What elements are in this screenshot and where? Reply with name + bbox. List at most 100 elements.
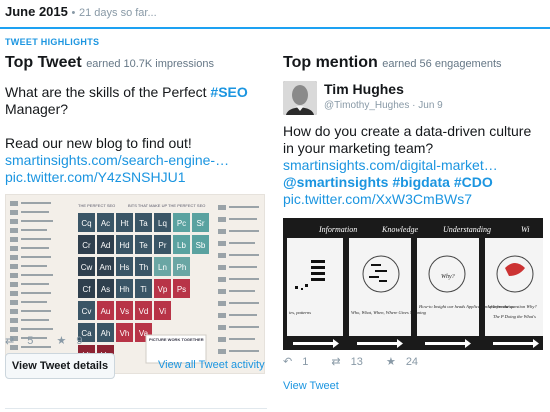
element-symbol: Ti bbox=[140, 285, 147, 294]
dikw-graphic: Information Knowledge Understanding Wi W… bbox=[283, 218, 543, 350]
star-icon: ★ bbox=[56, 335, 67, 347]
dikw-caption: The P Doing the What's bbox=[493, 314, 536, 319]
mention-author[interactable]: Tim Hughes @Timothy_Hughes · Jun 9 bbox=[283, 81, 545, 117]
section-label: TWEET HIGHLIGHTS bbox=[5, 37, 100, 47]
element-symbol: Vp bbox=[158, 285, 168, 294]
tweet-text-part: What are the skills of the Perfect bbox=[5, 84, 211, 100]
dikw-header: Understanding bbox=[443, 225, 491, 234]
like-stat[interactable]: ★ 24 bbox=[386, 356, 428, 368]
star-icon: ★ bbox=[385, 356, 396, 368]
period-days: 21 days so far... bbox=[78, 7, 157, 19]
element-symbol: Ta bbox=[139, 219, 148, 228]
element-symbol: Cq bbox=[81, 219, 91, 228]
like-count: 9 bbox=[76, 335, 83, 347]
tweet-image-dikw[interactable]: Information Knowledge Understanding Wi W… bbox=[283, 218, 543, 350]
like-count: 24 bbox=[405, 356, 419, 368]
top-mention-text: How do you create a data-driven culture … bbox=[283, 123, 545, 208]
element-symbol: Lb bbox=[177, 241, 186, 250]
top-tweet-text: What are the skills of the Perfect #SEO … bbox=[5, 84, 267, 186]
top-tweet-impressions: earned 10.7K impressions bbox=[86, 58, 214, 70]
retweet-icon: ⇄ bbox=[5, 335, 15, 347]
element-symbol: Ps bbox=[177, 285, 186, 294]
retweet-stat[interactable]: ⇄ 5 bbox=[5, 335, 43, 347]
avatar[interactable] bbox=[283, 81, 317, 115]
top-tweet-card: Top Tweet earned 10.7K impressions What … bbox=[5, 54, 267, 412]
period-separator: • bbox=[71, 7, 76, 19]
element-symbol: Vi bbox=[159, 307, 166, 316]
view-tweet-details-button[interactable]: View Tweet details bbox=[5, 353, 115, 379]
article-link[interactable]: smartinsights.com/digital-market… bbox=[283, 157, 545, 174]
hashtag-link[interactable]: #CDO bbox=[454, 174, 493, 190]
element-symbol: Hd bbox=[119, 241, 129, 250]
table-header-left: THE PERFECT SEO bbox=[78, 203, 115, 208]
view-all-activity-link[interactable]: View all Tweet activity bbox=[158, 359, 265, 371]
element-symbol: Au bbox=[101, 307, 111, 316]
author-handle[interactable]: @Timothy_Hughes · Jun 9 bbox=[324, 100, 443, 111]
top-tweet-heading: Top Tweet earned 10.7K impressions bbox=[5, 54, 267, 72]
top-mention-heading: Top mention earned 56 engagements bbox=[283, 54, 545, 72]
element-symbol: Pc bbox=[177, 219, 186, 228]
author-name[interactable]: Tim Hughes bbox=[324, 81, 404, 97]
retweet-icon: ⇄ bbox=[331, 356, 341, 368]
like-stat[interactable]: ★ 9 bbox=[56, 335, 92, 347]
retweet-stat[interactable]: ⇄ 13 bbox=[331, 356, 372, 368]
element-symbol: Ph bbox=[177, 263, 187, 272]
avatar-photo bbox=[283, 81, 317, 115]
dikw-header: Knowledge bbox=[381, 225, 418, 234]
element-symbol: Sr bbox=[197, 219, 205, 228]
element-symbol: Ln bbox=[158, 263, 167, 272]
view-tweet-link[interactable]: View Tweet bbox=[283, 380, 339, 392]
element-symbol: Vs bbox=[120, 307, 129, 316]
top-mention-stats: ↶ 1 ⇄ 13 ★ 24 bbox=[283, 355, 438, 368]
element-symbol: Ad bbox=[101, 241, 111, 250]
mention-text-line: How do you create a data-driven culture … bbox=[283, 123, 532, 156]
element-symbol: Vd bbox=[139, 307, 149, 316]
element-symbol: Hh bbox=[119, 285, 129, 294]
dikw-header: Wi bbox=[521, 225, 529, 234]
dikw-header: Information bbox=[318, 225, 357, 234]
pic-link[interactable]: pic.twitter.com/XxW3CmBWs7 bbox=[283, 191, 545, 208]
element-symbol: Ht bbox=[121, 219, 130, 228]
element-symbol: Te bbox=[139, 241, 148, 250]
tweet-text-line: Read our new blog to find out! bbox=[5, 135, 192, 151]
period-header: June 2015 • 21 days so far... bbox=[5, 4, 157, 24]
period-month: June 2015 bbox=[5, 4, 68, 19]
element-symbol: Lq bbox=[158, 219, 167, 228]
retweet-count: 5 bbox=[27, 335, 34, 347]
element-symbol: Pr bbox=[159, 241, 167, 250]
element-symbol: As bbox=[101, 285, 110, 294]
hashtag-link[interactable]: #SEO bbox=[210, 84, 247, 100]
table-header-right: BITS THAT MAKE UP THE PERFECT SEO bbox=[128, 203, 205, 208]
header-divider bbox=[0, 27, 550, 29]
top-mention-engagements: earned 56 engagements bbox=[382, 58, 502, 70]
retweet-count: 13 bbox=[350, 356, 363, 368]
top-tweet-title: Top Tweet bbox=[5, 54, 82, 71]
reply-count: 1 bbox=[302, 356, 309, 368]
table-footer-label: PICTURE WORK TOGETHER bbox=[149, 337, 204, 342]
article-link[interactable]: smartinsights.com/search-engine-… bbox=[5, 152, 267, 169]
element-symbol: Th bbox=[139, 263, 148, 272]
element-symbol: Cw bbox=[81, 263, 93, 272]
why-label: Why? bbox=[441, 274, 455, 280]
element-symbol: Cv bbox=[82, 307, 92, 316]
element-symbol: Cr bbox=[82, 241, 91, 250]
tweet-text-part: Manager? bbox=[5, 101, 69, 117]
mention-link[interactable]: @smartinsights bbox=[283, 174, 388, 190]
element-symbol: Am bbox=[100, 263, 112, 272]
tweet-image-periodic-table[interactable]: THE PERFECT SEO BITS THAT MAKE UP THE PE… bbox=[5, 194, 265, 374]
element-symbol: Vh bbox=[120, 329, 130, 338]
reply-stat[interactable]: ↶ 1 bbox=[283, 356, 318, 368]
card-divider bbox=[5, 408, 267, 409]
top-mention-title: Top mention bbox=[283, 54, 378, 71]
pic-link[interactable]: pic.twitter.com/Y4zSNSHJU1 bbox=[5, 169, 267, 186]
element-symbol: Ac bbox=[101, 219, 110, 228]
top-tweet-stats: ⇄ 5 ★ 9 bbox=[5, 334, 102, 347]
reply-icon: ↶ bbox=[283, 356, 293, 368]
element-symbol: Sb bbox=[196, 241, 206, 250]
element-symbol: Cf bbox=[83, 285, 92, 294]
dikw-caption: Answers the question Why? bbox=[486, 304, 537, 309]
element-symbol: Hs bbox=[120, 263, 130, 272]
periodic-table-graphic: THE PERFECT SEO BITS THAT MAKE UP THE PE… bbox=[6, 195, 264, 373]
hashtag-link[interactable]: #bigdata bbox=[392, 174, 450, 190]
top-mention-card: Top mention earned 56 engagements Tim Hu… bbox=[283, 54, 545, 404]
